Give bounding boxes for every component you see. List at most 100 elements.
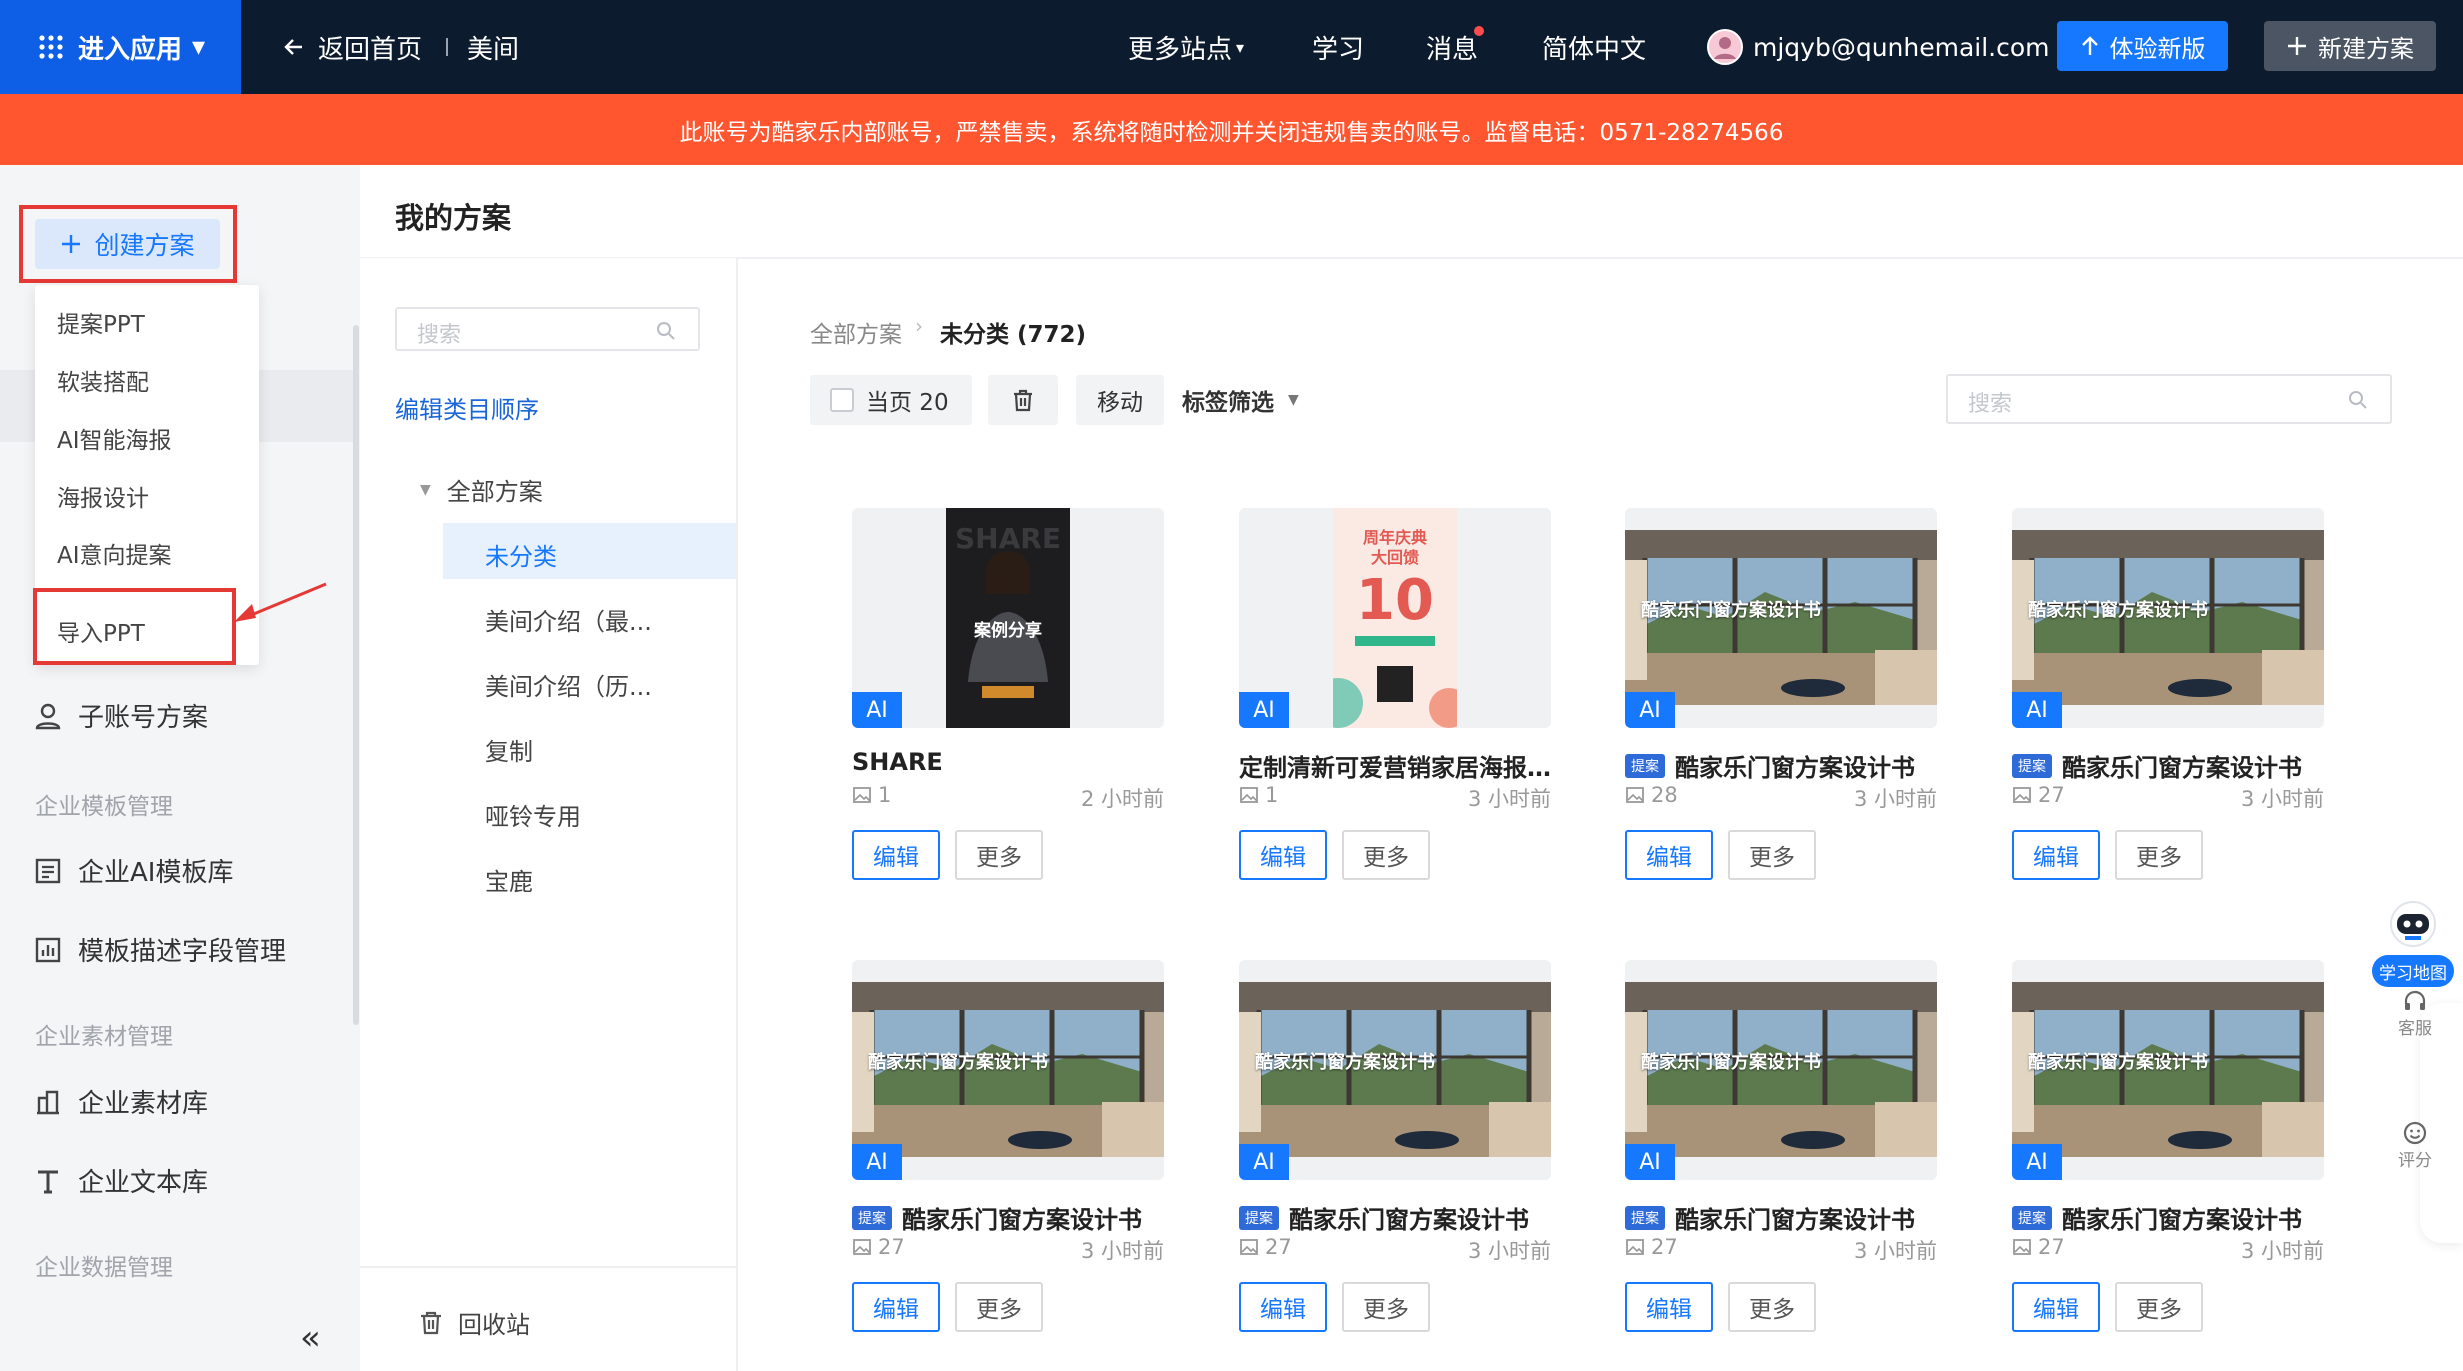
divider	[360, 1266, 738, 1268]
back-home-label: 返回首页	[318, 34, 423, 65]
sidebar-item-text-lib[interactable]: 企业文本库	[34, 1162, 208, 1199]
tag-filter-dropdown[interactable]: 标签筛选 ▼	[1182, 375, 1299, 425]
dropdown-item-ai-intent[interactable]: AI意向提案	[57, 536, 172, 570]
category-item[interactable]: 美间介绍（历...	[485, 667, 652, 702]
card-thumbnail[interactable]: 酷家乐门窗方案设计书 AI	[2012, 508, 2324, 728]
more-sites-menu[interactable]: 更多站点 ▾	[1128, 0, 1244, 94]
group-template-mgmt: 企业模板管理	[35, 794, 173, 820]
thumb-caption: 酷家乐门窗方案设计书	[2028, 1052, 2208, 1073]
app-entry-button[interactable]: 进入应用 ▾	[0, 0, 241, 94]
card-thumbnail[interactable]: SHARE 案例分享 AI	[852, 508, 1164, 728]
messages-link[interactable]: 消息	[1426, 0, 1484, 94]
card-page-count: 28	[1625, 783, 1678, 807]
card-page-count: 27	[2012, 1235, 2065, 1259]
customer-service-button[interactable]: 客服	[2393, 988, 2437, 1039]
card-more-button[interactable]: 更多	[2115, 830, 2203, 880]
rate-button[interactable]: 评分	[2393, 1120, 2437, 1171]
edit-category-order-link[interactable]: 编辑类目顺序	[395, 390, 539, 425]
text-icon	[38, 1170, 58, 1193]
recycle-bin-link[interactable]: 回收站	[418, 1305, 530, 1340]
card-title[interactable]: 提案 酷家乐门窗方案设计书	[852, 1200, 1164, 1235]
card-more-button[interactable]: 更多	[955, 1282, 1043, 1332]
category-item[interactable]: 哑铃专用	[485, 797, 581, 832]
select-page-label: 当页 20	[866, 390, 949, 416]
card-time: 3 小时前	[1080, 1239, 1164, 1263]
card-edit-button[interactable]: 编辑	[852, 1282, 940, 1332]
card-title[interactable]: 提案 酷家乐门窗方案设计书	[2012, 1200, 2324, 1235]
card-edit-button[interactable]: 编辑	[1239, 1282, 1327, 1332]
card-title-text: 酷家乐门窗方案设计书	[2062, 1206, 2302, 1234]
ai-badge: AI	[2012, 1144, 2062, 1180]
category-search-input[interactable]: 搜索	[395, 307, 700, 351]
sidebar-item-sub-account[interactable]: 子账号方案	[34, 697, 208, 734]
card-edit-button[interactable]: 编辑	[1625, 1282, 1713, 1332]
dropdown-item-poster-design[interactable]: 海报设计	[57, 479, 149, 513]
card-edit-button[interactable]: 编辑	[852, 830, 940, 880]
collapse-sidebar-button[interactable]: «	[300, 1318, 321, 1358]
card-thumbnail[interactable]: 酷家乐门窗方案设计书 AI	[852, 960, 1164, 1180]
card-edit-button[interactable]: 编辑	[1239, 830, 1327, 880]
category-item[interactable]: 复制	[485, 732, 533, 767]
breadcrumb-root[interactable]: 全部方案	[810, 315, 902, 349]
card-title[interactable]: 提案 酷家乐门窗方案设计书	[2012, 748, 2324, 783]
dropdown-item-ai-poster[interactable]: AI智能海报	[57, 421, 172, 455]
thumb-caption: 酷家乐门窗方案设计书	[2028, 600, 2208, 621]
try-new-label: 体验新版	[2109, 34, 2206, 63]
card-title-text: 酷家乐门窗方案设计书	[2062, 754, 2302, 782]
thumb-number: 10	[1356, 568, 1434, 633]
card-edit-button[interactable]: 编辑	[2012, 830, 2100, 880]
select-page-checkbox[interactable]: 当页 20	[810, 375, 972, 425]
learn-link[interactable]: 学习	[1312, 0, 1364, 94]
learning-map-button[interactable]: 学习地图	[2372, 900, 2454, 990]
category-item-uncategorized[interactable]: 未分类	[485, 537, 557, 572]
category-item[interactable]: 美间介绍（最...	[485, 602, 652, 637]
card-title[interactable]: 定制清新可爱营销家居海报...	[1239, 748, 1551, 783]
new-plan-button[interactable]: 新建方案	[2264, 21, 2436, 71]
try-new-version-button[interactable]: 体验新版	[2057, 21, 2228, 71]
trash-icon	[421, 1311, 441, 1334]
plan-search-input[interactable]: 搜索	[1946, 374, 2392, 424]
card-more-button[interactable]: 更多	[1728, 1282, 1816, 1332]
card-time: 3 小时前	[1853, 787, 1937, 811]
card-edit-button[interactable]: 编辑	[2012, 1282, 2100, 1332]
dropdown-item-proposal-ppt[interactable]: 提案PPT	[57, 305, 145, 339]
card-thumbnail[interactable]: 酷家乐门窗方案设计书 AI	[1625, 960, 1937, 1180]
sidebar-item-material-lib[interactable]: 企业素材库	[34, 1083, 208, 1120]
dropdown-item-soft-furnishing[interactable]: 软装搭配	[57, 363, 149, 397]
card-thumbnail[interactable]: 酷家乐门窗方案设计书 AI	[2012, 960, 2324, 1180]
user-account[interactable]: mjqyb@qunhemail.com	[1707, 0, 2050, 94]
card-edit-button[interactable]: 编辑	[1625, 830, 1713, 880]
sidebar-scrollbar[interactable]	[353, 325, 359, 1025]
card-thumbnail[interactable]: 酷家乐门窗方案设计书 AI	[1239, 960, 1551, 1180]
card-title[interactable]: 提案 酷家乐门窗方案设计书	[1239, 1200, 1551, 1235]
card-title[interactable]: 提案 酷家乐门窗方案设计书	[1625, 748, 1937, 783]
card-time: 3 小时前	[2240, 1239, 2324, 1263]
card-time: 3 小时前	[2240, 787, 2324, 811]
card-title[interactable]: SHARE	[852, 748, 1164, 776]
sidebar-item-label: 企业素材库	[78, 1089, 209, 1119]
chevron-right-icon: ›	[915, 314, 923, 338]
card-thumbnail[interactable]: 周年庆典 大回馈 10 AI	[1239, 508, 1551, 728]
arrow-up-icon	[2081, 36, 2098, 55]
arrow-left-icon	[284, 39, 302, 55]
card-title[interactable]: 提案 酷家乐门窗方案设计书	[1625, 1200, 1937, 1235]
back-home-link[interactable]: 返回首页	[282, 0, 422, 94]
card-more-button[interactable]: 更多	[1342, 830, 1430, 880]
sidebar-item-ai-template-lib[interactable]: 企业AI模板库	[34, 852, 233, 889]
category-item[interactable]: 宝鹿	[485, 862, 533, 897]
sidebar-item-template-fields[interactable]: 模板描述字段管理	[34, 931, 286, 968]
category-all-root[interactable]: ▼ 全部方案	[420, 472, 543, 507]
ai-badge: AI	[1239, 1144, 1289, 1180]
card-more-button[interactable]: 更多	[955, 830, 1043, 880]
card-thumbnail[interactable]: 酷家乐门窗方案设计书 AI	[1625, 508, 1937, 728]
card-page-count: 27	[2012, 783, 2065, 807]
thumb-caption: 大回馈	[1370, 548, 1419, 567]
language-switch[interactable]: 简体中文	[1542, 0, 1646, 94]
delete-button[interactable]	[988, 375, 1058, 425]
notice-banner: 此账号为酷家乐内部账号，严禁售卖，系统将随时检测并关闭违规售卖的账号。监督电话：…	[0, 94, 2463, 165]
card-more-button[interactable]: 更多	[1728, 830, 1816, 880]
ai-badge: AI	[2012, 692, 2062, 728]
move-button[interactable]: 移动	[1076, 375, 1164, 425]
card-more-button[interactable]: 更多	[1342, 1282, 1430, 1332]
card-more-button[interactable]: 更多	[2115, 1282, 2203, 1332]
